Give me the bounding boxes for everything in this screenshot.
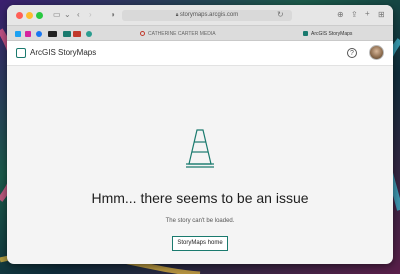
browser-toolbar: ▭ ⌄ ‹ › ◑ 🔒︎ storymaps.arcgis.com ↻ ⊕ ⇪ … (7, 5, 393, 25)
close-window-button[interactable] (16, 12, 23, 19)
storymaps-favicon-icon (303, 31, 308, 37)
forward-arrow-icon[interactable]: › (89, 11, 92, 19)
share-icon[interactable]: ⇪ (351, 11, 358, 19)
tab-overview-icon[interactable]: ⊞ (378, 11, 385, 19)
storymaps-home-button[interactable]: StoryMaps home (172, 236, 228, 251)
storymaps-logo-icon[interactable] (16, 48, 26, 58)
bookmark-icon[interactable] (73, 31, 81, 37)
twitter-icon[interactable] (15, 31, 21, 37)
tab-catherine-carter-media[interactable]: CATHERINE CARTER MEDIA (140, 29, 216, 40)
traffic-cone-icon (186, 129, 214, 168)
facebook-icon[interactable] (36, 31, 42, 37)
help-icon[interactable]: ? (347, 48, 357, 58)
avatar[interactable] (369, 45, 384, 60)
error-message: The story can't be loaded. (165, 218, 235, 224)
tab-arcgis-storymaps[interactable]: ArcGIS StoryMaps (303, 29, 352, 40)
reload-icon[interactable]: ↻ (277, 11, 284, 19)
tab-label: CATHERINE CARTER MEDIA (148, 31, 216, 37)
tab-label: ArcGIS StoryMaps (311, 31, 353, 37)
privacy-shield-icon[interactable]: ◑ (110, 11, 115, 19)
minimize-window-button[interactable] (26, 12, 33, 19)
maximize-window-button[interactable] (36, 12, 43, 19)
brand-name[interactable]: ArcGIS StoryMaps (30, 48, 96, 57)
url-text: storymaps.arcgis.com (179, 12, 239, 18)
error-heading: Hmm... there seems to be an issue (91, 190, 309, 206)
storymaps-favicon-icon[interactable] (86, 31, 92, 37)
error-page: Hmm... there seems to be an issue The st… (7, 66, 393, 264)
app-header: ArcGIS StoryMaps ? (7, 41, 393, 66)
instagram-icon[interactable] (25, 31, 31, 37)
site-favicon-icon (140, 31, 145, 37)
sidebar-toggle-icon[interactable]: ▭ (53, 11, 61, 19)
bookmark-icon[interactable] (48, 31, 57, 37)
new-tab-icon[interactable]: + (365, 10, 370, 18)
bookmark-icon[interactable] (63, 31, 71, 37)
address-bar[interactable]: 🔒︎ storymaps.arcgis.com (122, 10, 292, 21)
tab-bar: CATHERINE CARTER MEDIA ArcGIS StoryMaps (7, 25, 393, 41)
browser-window: ▭ ⌄ ‹ › ◑ 🔒︎ storymaps.arcgis.com ↻ ⊕ ⇪ … (7, 5, 393, 264)
chevron-down-icon[interactable]: ⌄ (64, 11, 71, 19)
back-arrow-icon[interactable]: ‹ (77, 11, 80, 19)
downloads-icon[interactable]: ⊕ (337, 11, 344, 19)
